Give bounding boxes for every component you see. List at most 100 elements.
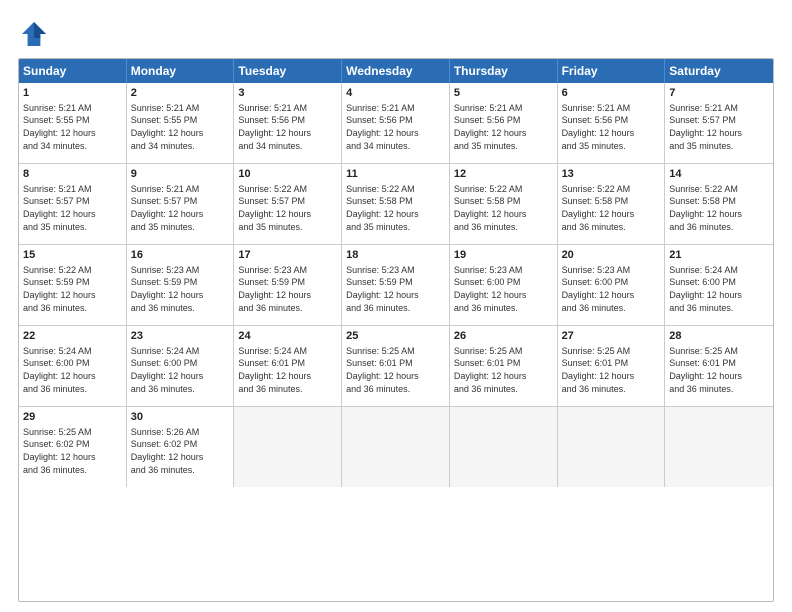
day-number: 29 [23, 410, 122, 425]
day-number: 8 [23, 167, 122, 182]
cell-info: Sunrise: 5:21 AM Sunset: 5:57 PM Dayligh… [669, 102, 769, 152]
calendar-cell: 17Sunrise: 5:23 AM Sunset: 5:59 PM Dayli… [234, 245, 342, 325]
day-number: 10 [238, 167, 337, 182]
calendar-cell: 10Sunrise: 5:22 AM Sunset: 5:57 PM Dayli… [234, 164, 342, 244]
calendar-cell: 30Sunrise: 5:26 AM Sunset: 6:02 PM Dayli… [127, 407, 235, 487]
calendar-cell: 21Sunrise: 5:24 AM Sunset: 6:00 PM Dayli… [665, 245, 773, 325]
calendar-row-4: 22Sunrise: 5:24 AM Sunset: 6:00 PM Dayli… [19, 326, 773, 407]
cell-info: Sunrise: 5:25 AM Sunset: 6:02 PM Dayligh… [23, 426, 122, 476]
cell-info: Sunrise: 5:25 AM Sunset: 6:01 PM Dayligh… [346, 345, 445, 395]
cell-info: Sunrise: 5:22 AM Sunset: 5:58 PM Dayligh… [562, 183, 661, 233]
day-number: 14 [669, 167, 769, 182]
cell-info: Sunrise: 5:21 AM Sunset: 5:56 PM Dayligh… [238, 102, 337, 152]
day-number: 25 [346, 329, 445, 344]
calendar-cell: 16Sunrise: 5:23 AM Sunset: 5:59 PM Dayli… [127, 245, 235, 325]
calendar-cell: 8Sunrise: 5:21 AM Sunset: 5:57 PM Daylig… [19, 164, 127, 244]
calendar-cell: 24Sunrise: 5:24 AM Sunset: 6:01 PM Dayli… [234, 326, 342, 406]
calendar-cell [450, 407, 558, 487]
cell-info: Sunrise: 5:22 AM Sunset: 5:58 PM Dayligh… [346, 183, 445, 233]
cell-info: Sunrise: 5:25 AM Sunset: 6:01 PM Dayligh… [562, 345, 661, 395]
calendar-cell: 7Sunrise: 5:21 AM Sunset: 5:57 PM Daylig… [665, 83, 773, 163]
calendar-row-5: 29Sunrise: 5:25 AM Sunset: 6:02 PM Dayli… [19, 407, 773, 487]
day-number: 12 [454, 167, 553, 182]
calendar-cell: 28Sunrise: 5:25 AM Sunset: 6:01 PM Dayli… [665, 326, 773, 406]
cell-info: Sunrise: 5:22 AM Sunset: 5:57 PM Dayligh… [238, 183, 337, 233]
day-number: 5 [454, 86, 553, 101]
calendar-cell: 15Sunrise: 5:22 AM Sunset: 5:59 PM Dayli… [19, 245, 127, 325]
cell-info: Sunrise: 5:23 AM Sunset: 6:00 PM Dayligh… [454, 264, 553, 314]
day-number: 16 [131, 248, 230, 263]
day-number: 11 [346, 167, 445, 182]
cell-info: Sunrise: 5:22 AM Sunset: 5:58 PM Dayligh… [454, 183, 553, 233]
cell-info: Sunrise: 5:24 AM Sunset: 6:01 PM Dayligh… [238, 345, 337, 395]
day-number: 27 [562, 329, 661, 344]
page: SundayMondayTuesdayWednesdayThursdayFrid… [0, 0, 792, 612]
cell-info: Sunrise: 5:21 AM Sunset: 5:55 PM Dayligh… [131, 102, 230, 152]
calendar-cell: 6Sunrise: 5:21 AM Sunset: 5:56 PM Daylig… [558, 83, 666, 163]
calendar: SundayMondayTuesdayWednesdayThursdayFrid… [18, 58, 774, 602]
cell-info: Sunrise: 5:21 AM Sunset: 5:56 PM Dayligh… [454, 102, 553, 152]
calendar-cell: 1Sunrise: 5:21 AM Sunset: 5:55 PM Daylig… [19, 83, 127, 163]
weekday-header-thursday: Thursday [450, 59, 558, 83]
weekday-header-friday: Friday [558, 59, 666, 83]
day-number: 13 [562, 167, 661, 182]
calendar-cell: 5Sunrise: 5:21 AM Sunset: 5:56 PM Daylig… [450, 83, 558, 163]
cell-info: Sunrise: 5:23 AM Sunset: 5:59 PM Dayligh… [346, 264, 445, 314]
calendar-cell: 14Sunrise: 5:22 AM Sunset: 5:58 PM Dayli… [665, 164, 773, 244]
cell-info: Sunrise: 5:22 AM Sunset: 5:58 PM Dayligh… [669, 183, 769, 233]
calendar-cell: 20Sunrise: 5:23 AM Sunset: 6:00 PM Dayli… [558, 245, 666, 325]
calendar-header: SundayMondayTuesdayWednesdayThursdayFrid… [19, 59, 773, 83]
day-number: 17 [238, 248, 337, 263]
day-number: 21 [669, 248, 769, 263]
calendar-cell [234, 407, 342, 487]
calendar-row-3: 15Sunrise: 5:22 AM Sunset: 5:59 PM Dayli… [19, 245, 773, 326]
cell-info: Sunrise: 5:23 AM Sunset: 5:59 PM Dayligh… [238, 264, 337, 314]
day-number: 28 [669, 329, 769, 344]
cell-info: Sunrise: 5:23 AM Sunset: 6:00 PM Dayligh… [562, 264, 661, 314]
day-number: 1 [23, 86, 122, 101]
cell-info: Sunrise: 5:24 AM Sunset: 6:00 PM Dayligh… [23, 345, 122, 395]
calendar-cell: 27Sunrise: 5:25 AM Sunset: 6:01 PM Dayli… [558, 326, 666, 406]
cell-info: Sunrise: 5:22 AM Sunset: 5:59 PM Dayligh… [23, 264, 122, 314]
cell-info: Sunrise: 5:21 AM Sunset: 5:57 PM Dayligh… [23, 183, 122, 233]
calendar-cell: 13Sunrise: 5:22 AM Sunset: 5:58 PM Dayli… [558, 164, 666, 244]
calendar-cell: 29Sunrise: 5:25 AM Sunset: 6:02 PM Dayli… [19, 407, 127, 487]
calendar-cell [665, 407, 773, 487]
weekday-header-sunday: Sunday [19, 59, 127, 83]
calendar-cell: 19Sunrise: 5:23 AM Sunset: 6:00 PM Dayli… [450, 245, 558, 325]
day-number: 7 [669, 86, 769, 101]
weekday-header-tuesday: Tuesday [234, 59, 342, 83]
cell-info: Sunrise: 5:24 AM Sunset: 6:00 PM Dayligh… [131, 345, 230, 395]
cell-info: Sunrise: 5:21 AM Sunset: 5:56 PM Dayligh… [562, 102, 661, 152]
day-number: 18 [346, 248, 445, 263]
logo [18, 18, 54, 50]
calendar-cell: 25Sunrise: 5:25 AM Sunset: 6:01 PM Dayli… [342, 326, 450, 406]
calendar-cell: 12Sunrise: 5:22 AM Sunset: 5:58 PM Dayli… [450, 164, 558, 244]
cell-info: Sunrise: 5:21 AM Sunset: 5:57 PM Dayligh… [131, 183, 230, 233]
cell-info: Sunrise: 5:26 AM Sunset: 6:02 PM Dayligh… [131, 426, 230, 476]
cell-info: Sunrise: 5:21 AM Sunset: 5:56 PM Dayligh… [346, 102, 445, 152]
day-number: 15 [23, 248, 122, 263]
day-number: 24 [238, 329, 337, 344]
day-number: 2 [131, 86, 230, 101]
cell-info: Sunrise: 5:23 AM Sunset: 5:59 PM Dayligh… [131, 264, 230, 314]
calendar-cell: 22Sunrise: 5:24 AM Sunset: 6:00 PM Dayli… [19, 326, 127, 406]
day-number: 26 [454, 329, 553, 344]
calendar-row-1: 1Sunrise: 5:21 AM Sunset: 5:55 PM Daylig… [19, 83, 773, 164]
calendar-body: 1Sunrise: 5:21 AM Sunset: 5:55 PM Daylig… [19, 83, 773, 487]
calendar-cell: 11Sunrise: 5:22 AM Sunset: 5:58 PM Dayli… [342, 164, 450, 244]
day-number: 20 [562, 248, 661, 263]
logo-icon [18, 18, 50, 50]
weekday-header-saturday: Saturday [665, 59, 773, 83]
calendar-cell: 2Sunrise: 5:21 AM Sunset: 5:55 PM Daylig… [127, 83, 235, 163]
header [18, 18, 774, 50]
calendar-cell: 3Sunrise: 5:21 AM Sunset: 5:56 PM Daylig… [234, 83, 342, 163]
calendar-cell: 18Sunrise: 5:23 AM Sunset: 5:59 PM Dayli… [342, 245, 450, 325]
cell-info: Sunrise: 5:21 AM Sunset: 5:55 PM Dayligh… [23, 102, 122, 152]
day-number: 3 [238, 86, 337, 101]
day-number: 4 [346, 86, 445, 101]
day-number: 23 [131, 329, 230, 344]
cell-info: Sunrise: 5:25 AM Sunset: 6:01 PM Dayligh… [454, 345, 553, 395]
cell-info: Sunrise: 5:24 AM Sunset: 6:00 PM Dayligh… [669, 264, 769, 314]
weekday-header-wednesday: Wednesday [342, 59, 450, 83]
